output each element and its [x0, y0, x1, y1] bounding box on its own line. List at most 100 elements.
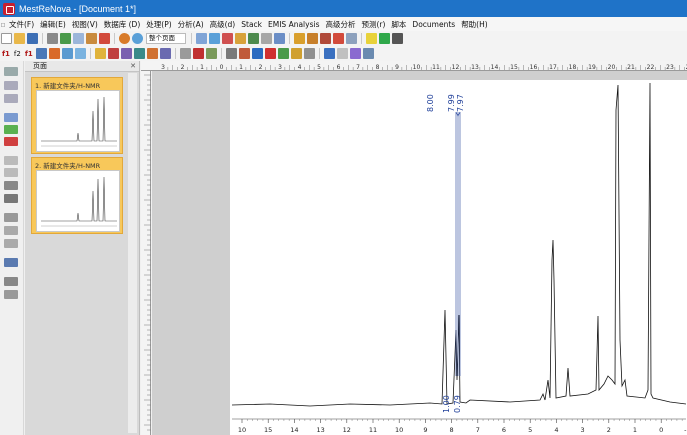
fit-icon[interactable] [320, 33, 331, 44]
image-tool-icon[interactable] [4, 125, 18, 134]
verify-icon[interactable] [264, 48, 276, 59]
export-icon[interactable] [60, 33, 71, 44]
spectrum-page[interactable]: 8.00 7.99 7.97 1.00 0.79 10 15 14 13 12 11 10 9… [230, 80, 687, 435]
chart-icon[interactable] [349, 48, 361, 59]
x-axis-tick-label: 3 [581, 426, 585, 434]
menu-item[interactable]: Stack [238, 20, 265, 29]
pin-tool-icon[interactable] [4, 239, 18, 248]
multiplet-icon[interactable] [261, 33, 272, 44]
page-thumbnail[interactable]: 2. 新建文件夹/H-NMR [31, 157, 123, 234]
menu-item[interactable]: 视图(V) [69, 19, 101, 30]
magnify-icon[interactable] [248, 33, 259, 44]
ft-icon[interactable] [61, 48, 73, 59]
axis-icon[interactable] [346, 33, 357, 44]
color-icon[interactable] [323, 48, 335, 59]
zoom-select[interactable]: 整个页面 [146, 33, 186, 44]
zoom-tool-icon[interactable] [196, 33, 207, 44]
info-tool-icon[interactable] [4, 137, 18, 146]
multiplet-analysis-icon[interactable] [146, 48, 158, 59]
new-document-icon[interactable] [1, 33, 12, 44]
baseline-correction-icon[interactable] [94, 48, 106, 59]
x-axis-tick-label: 13 [316, 426, 324, 434]
cursor-cross-icon[interactable] [333, 33, 344, 44]
undo-icon[interactable] [119, 33, 130, 44]
grid-icon[interactable] [179, 48, 191, 59]
menu-item[interactable]: 数据库 (D) [101, 19, 144, 30]
zoom-out-tool-icon[interactable] [4, 94, 18, 103]
compare-icon[interactable] [277, 48, 289, 59]
run-icon[interactable] [379, 33, 390, 44]
copy-icon[interactable] [73, 33, 84, 44]
bar-chart-icon[interactable] [294, 33, 305, 44]
phase-correction-icon[interactable] [74, 48, 86, 59]
cut-tool-icon[interactable] [4, 181, 18, 190]
menu-item[interactable]: Documents [409, 20, 458, 29]
settings-icon[interactable] [362, 48, 374, 59]
reference-icon[interactable] [107, 48, 119, 59]
apodization-icon[interactable] [48, 48, 60, 59]
overlay-icon[interactable] [303, 48, 315, 59]
toolbar-separator [220, 48, 222, 59]
f1-button[interactable]: f1 [2, 50, 10, 58]
text-icon[interactable] [336, 48, 348, 59]
peak-tool-icon[interactable] [4, 156, 18, 165]
paste-icon[interactable] [86, 33, 97, 44]
x-axis-tick-label: 10 [395, 426, 403, 434]
zoom-in-tool-icon[interactable] [4, 81, 18, 90]
report-tool-icon[interactable] [4, 290, 18, 299]
save-icon[interactable] [27, 33, 38, 44]
table-tool-icon[interactable] [4, 258, 18, 267]
close-spectrum-icon[interactable] [192, 48, 204, 59]
menu-item[interactable]: 文件(F) [6, 19, 37, 30]
integration-icon[interactable] [133, 48, 145, 59]
open-folder-icon[interactable] [14, 33, 25, 44]
prediction-icon[interactable] [251, 48, 263, 59]
fid-icon[interactable] [35, 48, 47, 59]
x-axis-tick-label: 9 [423, 426, 427, 434]
pages-panel-scrollbar[interactable] [128, 73, 137, 433]
panel-close-icon[interactable]: ✕ [130, 62, 136, 70]
menu-item[interactable]: 高级(d) [207, 19, 239, 30]
peak-picking-icon[interactable] [120, 48, 132, 59]
layout-icon[interactable] [205, 48, 217, 59]
f2-button[interactable]: f2 [14, 50, 21, 58]
molecule-icon[interactable] [238, 48, 250, 59]
stack-icon[interactable] [290, 48, 302, 59]
mestrenova-logo-icon [3, 2, 15, 15]
star-tool-icon[interactable] [4, 226, 18, 235]
vertical-ruler-ticks [144, 74, 151, 431]
shift-icon[interactable] [159, 48, 171, 59]
menu-item[interactable]: EMIS Analysis [265, 20, 322, 29]
print-icon[interactable] [47, 33, 58, 44]
menu-item[interactable]: 处理(P) [143, 19, 174, 30]
structure-icon[interactable] [225, 48, 237, 59]
redo-icon[interactable] [132, 33, 143, 44]
arrow-tool-icon[interactable] [366, 33, 377, 44]
box-tool-icon[interactable] [4, 277, 18, 286]
f1-dropdown-button[interactable]: f1 [25, 50, 33, 58]
multiplet-tool-icon[interactable] [4, 168, 18, 177]
nmr-spectrum-plot[interactable]: 8.00 7.99 7.97 1.00 0.79 10 15 14 13 12 11 10 9… [230, 80, 687, 435]
draw-tool-icon[interactable] [4, 113, 18, 122]
select-tool-icon[interactable] [4, 67, 18, 76]
ruler-label: 16 [530, 64, 538, 71]
pages-panel: 页面 ✕ 1. 新建文件夹/H-NMR 2. 新建文件夹/H-NMR [25, 61, 140, 435]
baseline-icon[interactable] [274, 33, 285, 44]
menu-item[interactable]: 编辑(E) [37, 19, 69, 30]
menu-item[interactable]: 高级分析 [322, 19, 358, 30]
pan-tool-icon[interactable] [209, 33, 220, 44]
align-tool-icon[interactable] [4, 213, 18, 222]
menu-item[interactable]: 脚本 [388, 19, 409, 30]
menu-item[interactable]: 帮助(H) [458, 19, 491, 30]
page-thumbnail[interactable]: 1. 新建文件夹/H-NMR [31, 77, 123, 154]
menu-item[interactable]: 分析(A) [175, 19, 207, 30]
cross-tool-icon[interactable] [4, 194, 18, 203]
integrate-icon[interactable] [235, 33, 246, 44]
phase-icon[interactable] [307, 33, 318, 44]
processing-toolbar: f1 f2 f1 [0, 46, 687, 61]
stop-icon[interactable] [392, 33, 403, 44]
menu-item[interactable]: 预测(r) [358, 19, 388, 30]
peak-pick-icon[interactable] [222, 33, 233, 44]
delete-icon[interactable] [99, 33, 110, 44]
main-toolbar: 整个页面 [0, 31, 687, 46]
